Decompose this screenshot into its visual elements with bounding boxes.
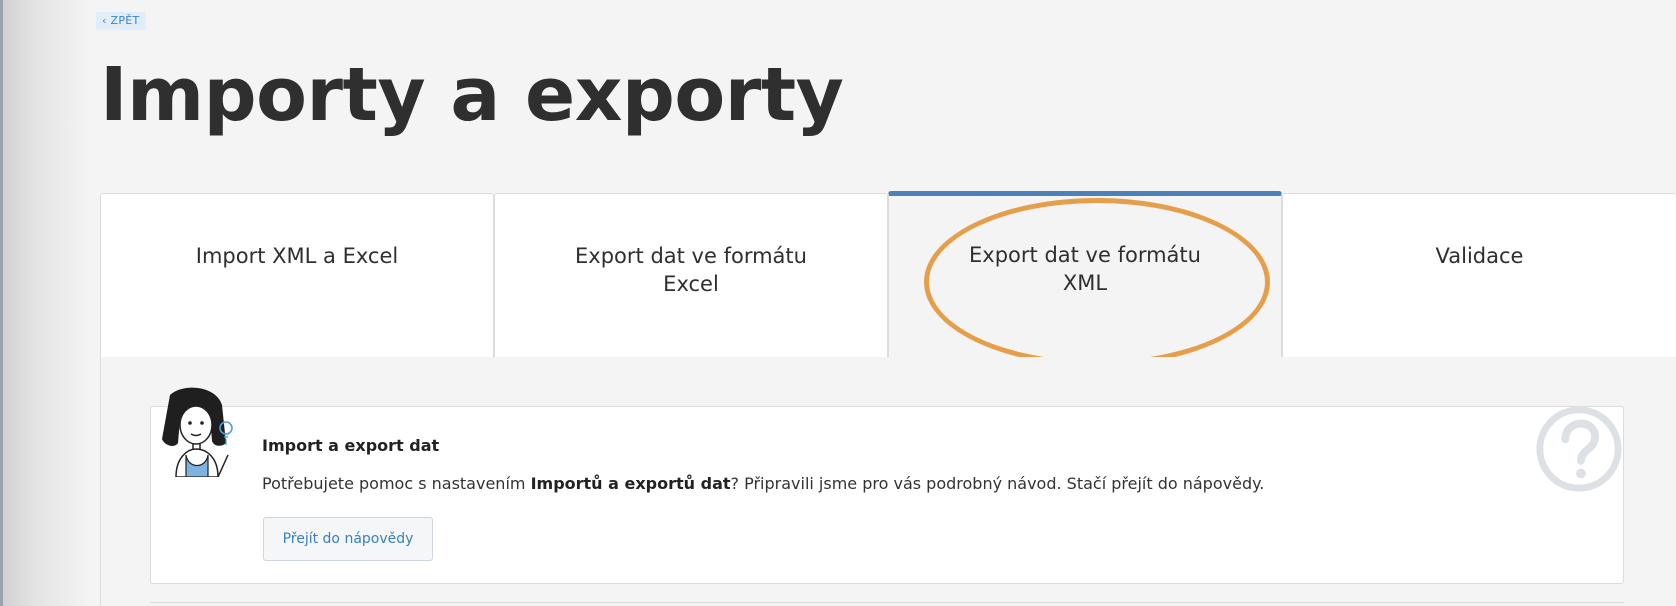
- help-text-after: ? Připravili jsme pro vás podrobný návod…: [730, 474, 1265, 493]
- tab-validace[interactable]: Validace: [1282, 193, 1676, 358]
- tab-export-xml[interactable]: Export dat ve formátu XML: [888, 191, 1282, 359]
- left-panel-shadow: [0, 0, 90, 606]
- question-mark-icon: [1536, 406, 1622, 492]
- divider: [150, 602, 1624, 603]
- tab-label: Import XML a Excel: [195, 244, 399, 268]
- tab-label: Validace: [1435, 244, 1524, 268]
- left-panel-edge: [0, 0, 3, 606]
- page-title: Importy a exporty: [100, 52, 844, 138]
- help-text: Potřebujete pomoc s nastavením Importů a…: [262, 474, 1264, 493]
- help-button[interactable]: Přejít do nápovědy: [263, 517, 433, 561]
- tab-label: Export dat ve formátu Excel: [575, 244, 807, 296]
- tab-export-excel[interactable]: Export dat ve formátu Excel: [494, 193, 888, 358]
- tab-import-xml-excel[interactable]: Import XML a Excel: [100, 193, 494, 358]
- tab-label: Export dat ve formátu XML: [969, 243, 1201, 295]
- help-text-before: Potřebujete pomoc s nastavením: [262, 474, 531, 493]
- back-link[interactable]: ‹ ZPĚT: [96, 12, 146, 30]
- lightbulb-icon: [219, 421, 233, 445]
- help-text-bold: Importů a exportů dat: [530, 474, 731, 493]
- help-title: Import a export dat: [262, 436, 440, 455]
- tab-bar: Import XML a Excel Export dat ve formátu…: [100, 191, 1676, 359]
